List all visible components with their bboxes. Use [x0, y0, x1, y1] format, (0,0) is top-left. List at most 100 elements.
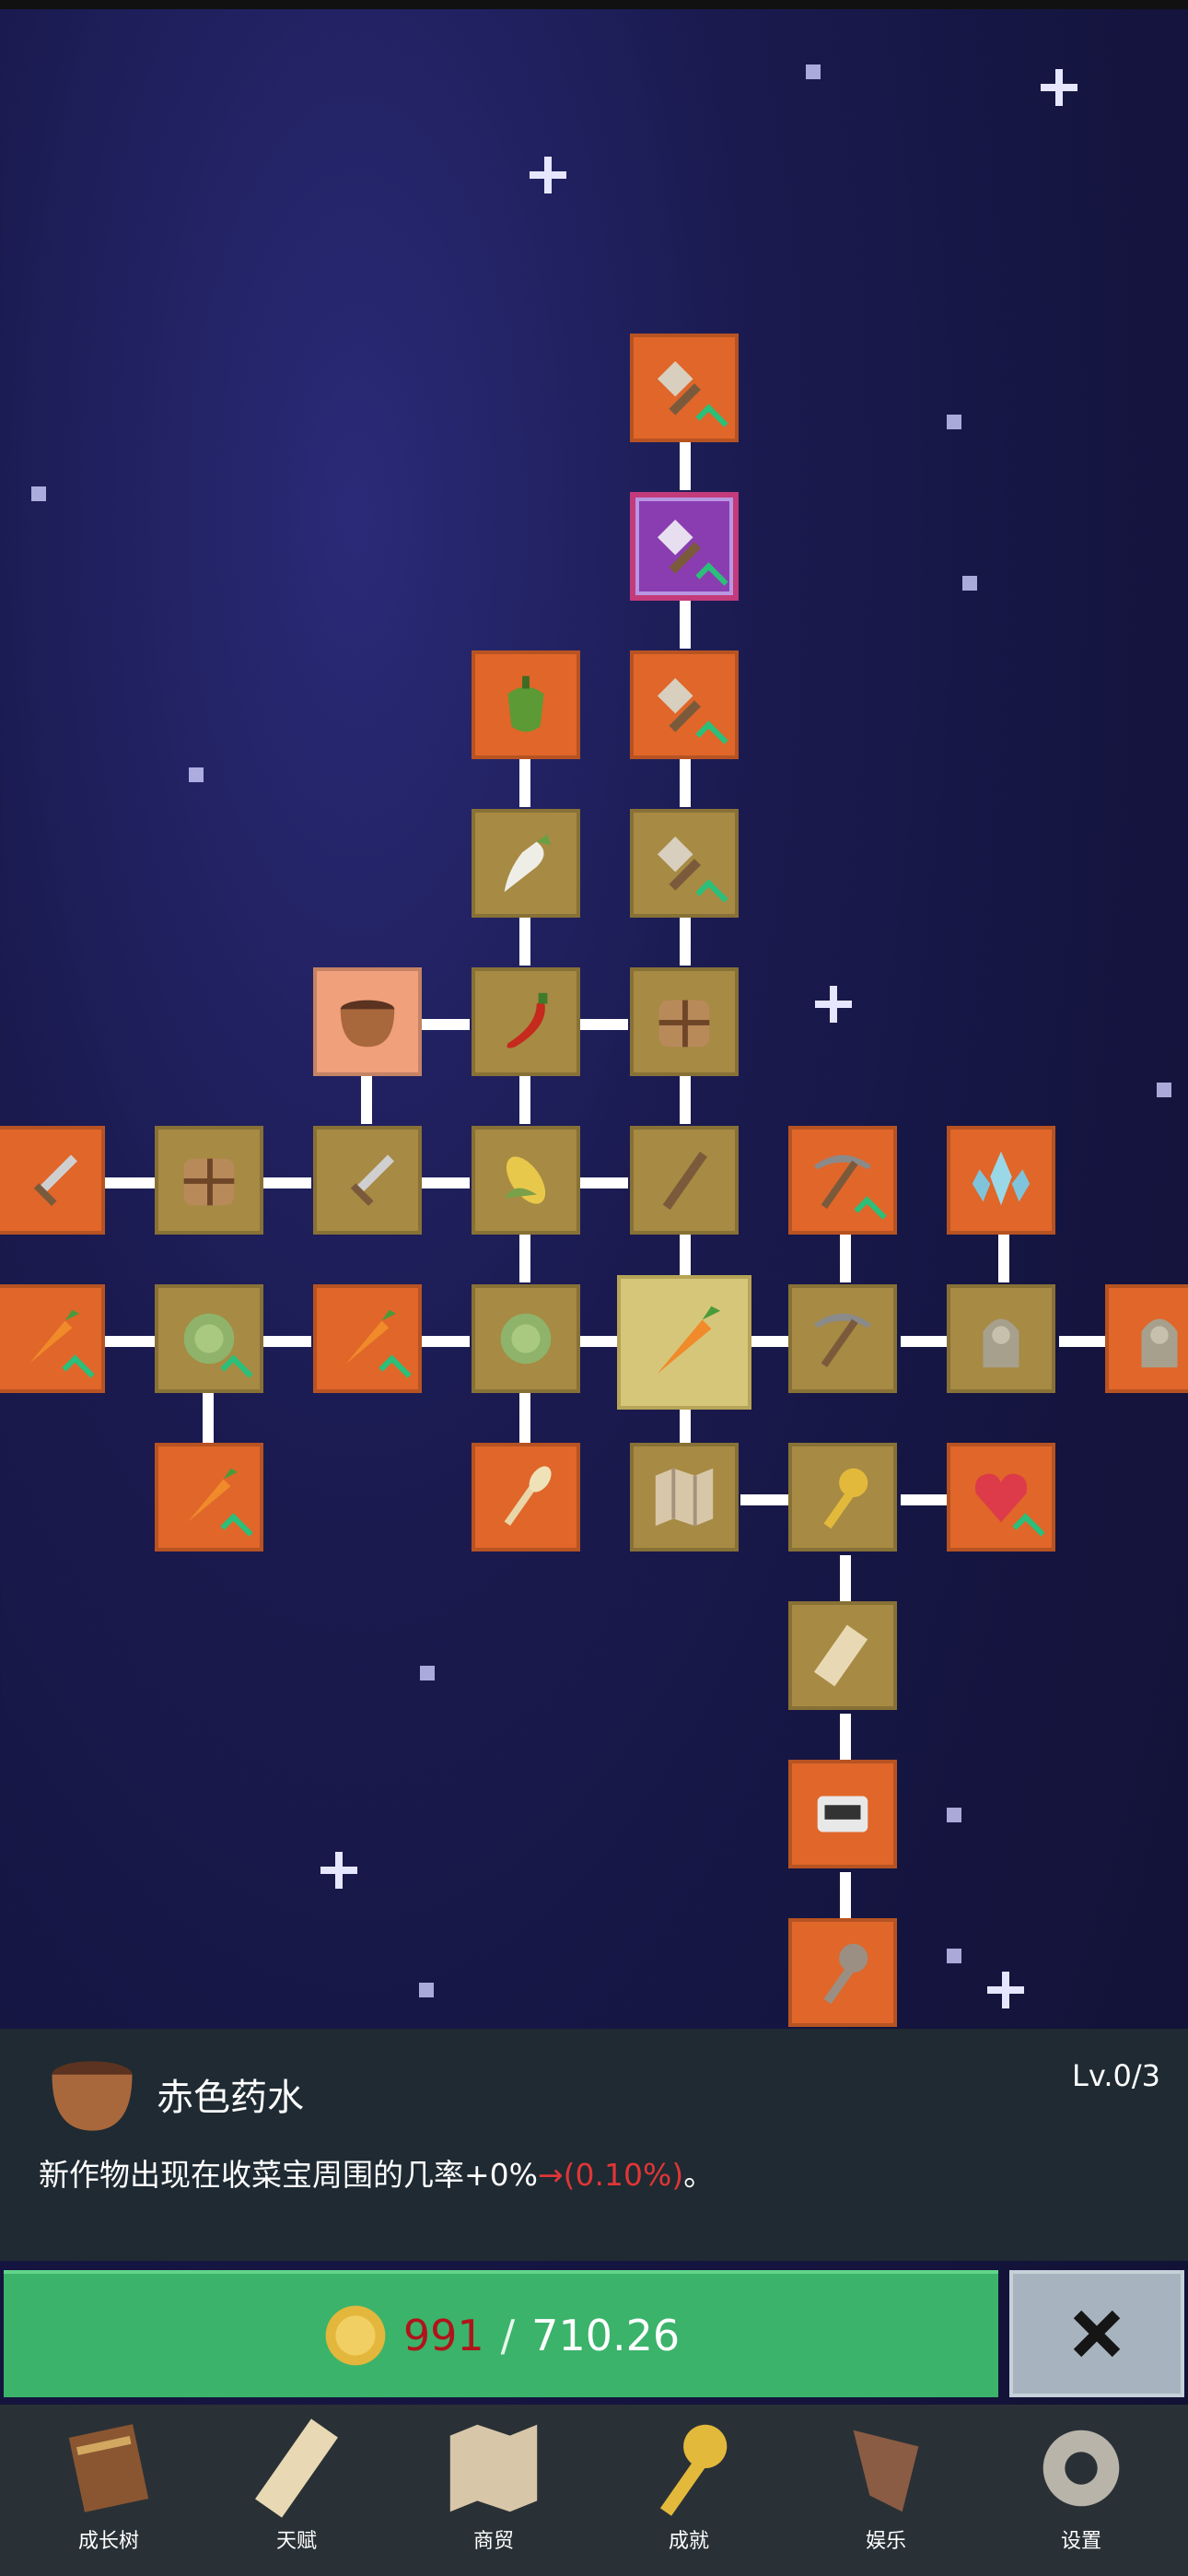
description-arrow: → — [538, 2157, 564, 2193]
tree-link — [422, 1336, 470, 1347]
description-value: (0.10%) — [563, 2157, 684, 2193]
skill-node-shovel-purple[interactable] — [630, 492, 739, 601]
shovel-icon — [657, 519, 701, 574]
tree-link — [740, 1494, 788, 1505]
skill-node-crystal[interactable] — [947, 1126, 1055, 1235]
tree-link — [680, 1076, 691, 1124]
close-button[interactable] — [1009, 2270, 1184, 2397]
skill-node-map[interactable] — [630, 1443, 739, 1551]
tree-link — [519, 1393, 530, 1446]
tree-link — [680, 601, 691, 649]
tab-entertainment[interactable]: 娱乐 — [812, 2414, 960, 2561]
tab-settings[interactable]: 设置 — [1007, 2414, 1155, 2561]
cabbage-icon — [500, 1313, 552, 1364]
tree-link — [840, 1235, 851, 1282]
tree-link — [1059, 1336, 1107, 1347]
tab-growth-tree[interactable]: 成长树 — [35, 2414, 182, 2561]
radish-icon — [504, 834, 552, 893]
skill-node-scroll[interactable] — [788, 1601, 897, 1710]
skill-node-statue-1[interactable] — [947, 1284, 1055, 1393]
pickaxe-icon — [813, 1313, 872, 1367]
skill-node-carrot-3[interactable] — [155, 1443, 263, 1551]
tree-link — [998, 1235, 1009, 1282]
skill-node-cabbage-1[interactable] — [155, 1284, 263, 1393]
cost-separator: / — [500, 2311, 516, 2360]
skill-node-statue-2[interactable] — [1105, 1284, 1188, 1393]
skill-node-pickaxe-2[interactable] — [788, 1284, 897, 1393]
tree-link — [901, 1336, 949, 1347]
skill-name: 赤色药水 — [157, 2077, 304, 2119]
tree-link — [263, 1177, 311, 1188]
heart-icon — [974, 1473, 1028, 1523]
gear-icon — [1042, 2430, 1120, 2507]
description-suffix: 。 — [683, 2157, 715, 2193]
tree-link — [680, 1235, 691, 1276]
tree-link — [422, 1019, 470, 1030]
skill-node-carrot-2[interactable] — [313, 1284, 422, 1393]
upgrade-button[interactable]: 991 / 710.26 — [4, 2270, 998, 2397]
shovel-icon — [657, 360, 701, 416]
skill-node-shovel-top[interactable] — [630, 334, 739, 442]
pot-icon — [340, 1000, 395, 1048]
tree-link — [103, 1177, 155, 1188]
skill-node-carrot-center[interactable] — [617, 1275, 751, 1410]
tree-link — [580, 1336, 617, 1347]
skill-detail-panel — [0, 2029, 1188, 2261]
tab-label: 成就 — [668, 2530, 709, 2553]
stick-icon — [662, 1152, 707, 1211]
skill-node-carrot-1[interactable] — [0, 1284, 105, 1393]
skill-node-chili[interactable] — [472, 967, 580, 1076]
tree-link — [103, 1336, 155, 1347]
skill-node-pickaxe-1[interactable] — [788, 1126, 897, 1235]
skill-node-pot[interactable] — [313, 967, 422, 1076]
skill-node-shovel-4[interactable] — [630, 809, 739, 918]
pickaxe-icon — [813, 1154, 872, 1209]
skill-node-sword-2[interactable] — [313, 1126, 422, 1235]
tree-link — [361, 1076, 372, 1124]
scroll-icon — [255, 2418, 338, 2518]
sword-icon — [33, 1154, 77, 1207]
skill-node-sword-1[interactable] — [0, 1126, 105, 1235]
current-gold: 991 — [402, 2311, 484, 2360]
skill-node-stick[interactable] — [630, 1126, 739, 1235]
tree-link — [751, 1336, 788, 1347]
pot-icon — [52, 2061, 133, 2131]
skill-node-key-1[interactable] — [788, 1443, 897, 1551]
tab-achievement[interactable]: 成就 — [615, 2414, 763, 2561]
tab-talent[interactable]: 天赋 — [223, 2414, 370, 2561]
book-icon — [68, 2424, 149, 2512]
skill-node-key-2[interactable] — [788, 1918, 897, 2027]
upgrade-cost: 710.26 — [531, 2311, 681, 2360]
skill-node-heart[interactable] — [947, 1443, 1055, 1551]
key-icon — [823, 1468, 868, 1529]
shovel-icon — [657, 677, 701, 732]
carrot-icon — [345, 1309, 397, 1364]
tree-link — [680, 442, 691, 490]
description-text: 新作物出现在收菜宝周围的几率+0% — [39, 2157, 539, 2193]
skill-node-bag-2[interactable] — [155, 1126, 263, 1235]
skill-node-wheat[interactable] — [472, 1443, 580, 1551]
tree-link — [680, 759, 691, 807]
statue-icon — [983, 1318, 1019, 1368]
skill-description: 新作物出现在收菜宝周围的几率+0%→(0.10%)。 — [39, 2150, 714, 2195]
bag-icon — [183, 1158, 235, 1206]
skill-node-corn[interactable] — [472, 1126, 580, 1235]
skill-level: Lv.0/3 — [1072, 2058, 1160, 2093]
skill-node-cabbage-2[interactable] — [472, 1284, 580, 1393]
tab-label: 天赋 — [275, 2530, 317, 2553]
tree-link — [840, 1555, 851, 1603]
skill-node-shovel-3[interactable] — [630, 650, 739, 759]
carrot-icon — [657, 1306, 721, 1375]
coin-icon — [325, 2305, 386, 2366]
tree-link — [680, 918, 691, 966]
skill-node-radish[interactable] — [472, 809, 580, 918]
wheat-icon — [504, 1466, 552, 1526]
skill-node-tape[interactable] — [788, 1760, 897, 1868]
tab-label: 设置 — [1060, 2530, 1101, 2553]
tab-trade[interactable]: 商贸 — [420, 2414, 567, 2561]
tree-link — [422, 1177, 470, 1188]
tab-label: 成长树 — [77, 2530, 139, 2553]
tree-link — [519, 918, 530, 966]
skill-node-bag-1[interactable] — [630, 967, 739, 1076]
skill-node-pepper[interactable] — [472, 650, 580, 759]
